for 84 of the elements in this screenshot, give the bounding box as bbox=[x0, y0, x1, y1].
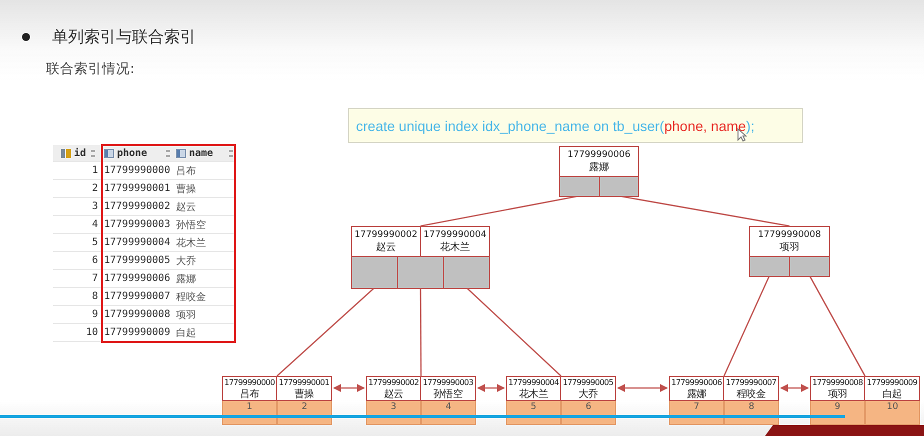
key-phone: 17799990000 bbox=[224, 377, 275, 388]
table-cell-text: 吕布 bbox=[175, 164, 197, 178]
row-id: 9 bbox=[834, 402, 840, 412]
table-cell-text: 项羽 bbox=[175, 308, 197, 322]
table-cell-text: 4 bbox=[90, 218, 99, 232]
key-name: 孙悟空 bbox=[434, 388, 462, 401]
table-cell-text: 17799990008 bbox=[103, 308, 172, 322]
key-phone: 17799990003 bbox=[422, 377, 474, 388]
sql-statement: create unique index idx_phone_name on tb_user(phone, name); bbox=[356, 118, 755, 134]
key-phone: 17799990006 bbox=[671, 377, 722, 388]
table-cell-text: 6 bbox=[90, 254, 99, 268]
key-phone: 17799990007 bbox=[726, 377, 776, 388]
key-column-icon bbox=[61, 148, 71, 158]
table-cell-text: 花木兰 bbox=[175, 236, 207, 250]
key-name: 露娜 bbox=[686, 388, 706, 401]
pointer-cell bbox=[750, 257, 789, 276]
row-id: 4 bbox=[446, 402, 452, 412]
row-id: 7 bbox=[694, 402, 700, 412]
key-phone: 17799990004 bbox=[508, 377, 559, 388]
column-icon bbox=[176, 148, 186, 158]
sort-icon[interactable] bbox=[166, 150, 170, 156]
key-name: 大乔 bbox=[578, 388, 598, 401]
key-name: 程咬金 bbox=[736, 388, 766, 401]
table-cell-text: 5 bbox=[90, 236, 99, 250]
table-cell-text: 7 bbox=[90, 272, 99, 286]
table-cell-text: 曹操 bbox=[175, 182, 197, 196]
bullet-icon bbox=[22, 33, 30, 41]
table-cell-text: 17799990002 bbox=[103, 200, 172, 214]
row-id: 2 bbox=[302, 402, 308, 412]
table-cell-text: 17799990001 bbox=[103, 182, 172, 196]
key-phone: 17799990002 bbox=[354, 230, 418, 240]
row-id: 1 bbox=[246, 402, 252, 412]
pointer-cell bbox=[352, 257, 397, 288]
column-icon bbox=[104, 148, 114, 158]
row-id: 6 bbox=[586, 402, 592, 412]
table-cell-text: 17799990006 bbox=[103, 272, 172, 286]
table-cell-text: 露娜 bbox=[175, 272, 197, 286]
key-name: 项羽 bbox=[828, 388, 848, 401]
table-cell-text: 17799990004 bbox=[103, 236, 172, 250]
key-name: 花木兰 bbox=[519, 388, 548, 401]
row-id: 5 bbox=[530, 402, 536, 412]
row-id: 3 bbox=[390, 402, 396, 412]
table-cell-text: 9 bbox=[90, 308, 99, 322]
key-name: 曹操 bbox=[294, 388, 314, 401]
column-header: name bbox=[189, 148, 214, 158]
table-cell-text: 8 bbox=[90, 290, 99, 304]
table-cell-text: 17799990009 bbox=[103, 326, 172, 340]
table-cell-text: 孙悟空 bbox=[175, 218, 207, 232]
key-name: 吕布 bbox=[240, 388, 260, 401]
column-header: id bbox=[74, 148, 86, 158]
slide-heading: 单列索引与联合索引 bbox=[52, 26, 196, 48]
key-phone: 17799990006 bbox=[568, 150, 630, 160]
key-phone: 17799990002 bbox=[368, 377, 419, 388]
key-phone: 17799990009 bbox=[866, 377, 918, 388]
table-cell-text: 2 bbox=[90, 182, 99, 196]
sort-icon[interactable] bbox=[229, 150, 233, 156]
key-name: 赵云 bbox=[376, 240, 396, 254]
key-name: 露娜 bbox=[589, 160, 609, 174]
column-header: phone bbox=[117, 148, 148, 158]
table-cell-text: 程咬金 bbox=[175, 290, 207, 304]
table-cell-text: 17799990003 bbox=[103, 218, 172, 232]
row-id: 10 bbox=[886, 402, 898, 412]
pointer-cell bbox=[560, 177, 598, 196]
key-name: 花木兰 bbox=[440, 240, 470, 254]
key-phone: 17799990004 bbox=[424, 230, 486, 240]
key-phone: 17799990008 bbox=[758, 230, 821, 240]
table-cell-text: 赵云 bbox=[175, 200, 197, 214]
key-phone: 17799990008 bbox=[812, 377, 863, 388]
sort-icon[interactable] bbox=[91, 150, 95, 156]
key-name: 项羽 bbox=[780, 240, 800, 254]
table-cell-text: 17799990000 bbox=[103, 164, 172, 178]
key-name: 赵云 bbox=[384, 388, 404, 401]
key-phone: 17799990005 bbox=[562, 377, 614, 388]
key-name: 白起 bbox=[882, 388, 902, 401]
row-id: 8 bbox=[748, 402, 754, 412]
slide-subheading: 联合索引情况: bbox=[46, 60, 136, 78]
table-cell-text: 3 bbox=[90, 200, 99, 214]
table-cell-text: 10 bbox=[84, 326, 99, 340]
table-cell-text: 17799990005 bbox=[103, 254, 172, 268]
table-cell-text: 大乔 bbox=[175, 254, 197, 268]
table-cell-text: 17799990007 bbox=[103, 290, 172, 304]
table-cell-text: 白起 bbox=[175, 326, 197, 340]
table-cell-text: 1 bbox=[90, 164, 99, 178]
key-phone: 17799990001 bbox=[278, 377, 330, 388]
